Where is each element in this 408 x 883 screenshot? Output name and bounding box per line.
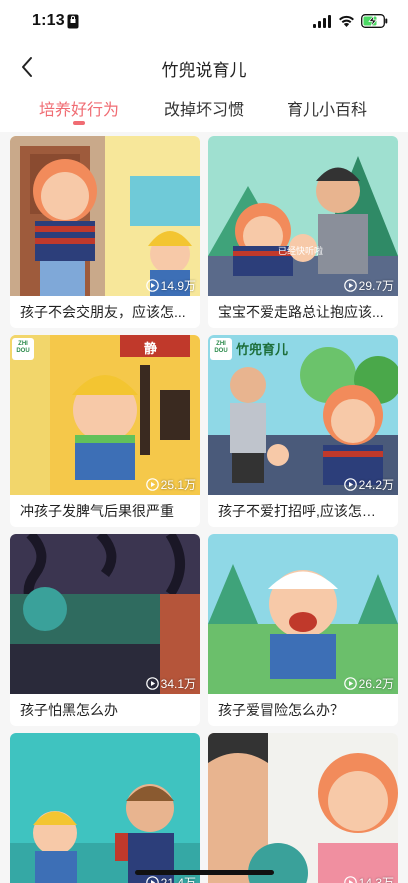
- video-card[interactable]: 26.2万 孩子爱冒险怎么办？: [208, 534, 398, 726]
- play-count: 26.2万: [343, 675, 394, 692]
- video-thumbnail: 21.4万: [10, 733, 200, 883]
- play-icon: [343, 677, 357, 690]
- play-icon: [145, 279, 159, 292]
- video-title: 孩子爱冒险怎么办？: [218, 702, 344, 718]
- play-icon: [343, 876, 357, 883]
- tab-parenting-encyclopedia[interactable]: 育儿小百科: [272, 96, 382, 120]
- play-icon: [343, 279, 357, 292]
- status-time: 1:13: [32, 12, 65, 29]
- video-thumbnail: 14.3万: [208, 733, 398, 883]
- thumbnail-brand-text: 竹兜育儿: [236, 342, 289, 357]
- tab-good-behavior[interactable]: 培养好行为: [24, 96, 134, 120]
- video-thumbnail: 34.1万: [10, 534, 200, 694]
- wifi-icon: [339, 15, 354, 27]
- thumbnail-sign-text: 静: [144, 341, 158, 356]
- play-icon: [145, 876, 159, 883]
- orientation-lock-icon: [67, 14, 79, 29]
- video-title: 孩子怕黑怎么办: [20, 702, 118, 718]
- video-card[interactable]: ZHI DOU 竹兜育儿 24.2万 孩子不爱打招呼,应该怎么办: [208, 335, 398, 527]
- video-title: 孩子不会交朋友，应该怎...: [20, 304, 186, 320]
- play-icon: [145, 677, 159, 690]
- video-thumbnail: 14.9万: [10, 136, 200, 296]
- video-card[interactable]: 34.1万 孩子怕黑怎么办: [10, 534, 200, 726]
- play-count: 14.9万: [145, 277, 196, 294]
- zhidou-logo: ZHI DOU: [12, 338, 34, 360]
- video-card[interactable]: 已经快听啦 29.7万 宝宝不爱走路总让抱应该...: [208, 136, 398, 328]
- cellular-signal-icon: [313, 15, 331, 28]
- play-count-value: 24.2万: [358, 478, 394, 492]
- video-caption: 已经快听啦: [278, 246, 324, 256]
- play-count-value: 14.3万: [358, 876, 394, 883]
- active-tab-indicator: [73, 121, 85, 125]
- video-card[interactable]: 静 ZHI DOU 25.1万 冲孩子发脾气后果很严重: [10, 335, 200, 527]
- play-count-value: 14.9万: [160, 279, 196, 293]
- page-title: 竹兜说育儿: [161, 61, 247, 80]
- video-grid: 14.9万 孩子不会交朋友，应该怎... 已经快听啦 29.7万 宝宝不爱走路总…: [0, 132, 408, 883]
- zhidou-logo: ZHI DOU: [210, 338, 232, 360]
- video-thumbnail: ZHI DOU 竹兜育儿 24.2万: [208, 335, 398, 495]
- nav-bar: 竹兜说育儿: [0, 44, 408, 90]
- status-bar: 1:13: [0, 0, 408, 44]
- video-title: 冲孩子发脾气后果很严重: [20, 503, 174, 519]
- video-thumbnail: 26.2万: [208, 534, 398, 694]
- play-icon: [343, 478, 357, 491]
- video-card[interactable]: 21.4万: [10, 733, 200, 883]
- play-count: 25.1万: [145, 476, 196, 493]
- play-count: 21.4万: [145, 874, 196, 883]
- video-thumbnail: 静 ZHI DOU 25.1万: [10, 335, 200, 495]
- play-count: 24.2万: [343, 476, 394, 493]
- home-indicator[interactable]: [135, 870, 274, 875]
- tab-bad-habits[interactable]: 改掉坏习惯: [149, 96, 259, 120]
- video-card[interactable]: 14.3万: [208, 733, 398, 883]
- play-count-value: 26.2万: [358, 677, 394, 691]
- play-count-value: 25.1万: [160, 478, 196, 492]
- video-thumbnail: 已经快听啦 29.7万: [208, 136, 398, 296]
- play-count: 34.1万: [145, 675, 196, 692]
- category-tabs: 培养好行为 改掉坏习惯 育儿小百科: [0, 90, 408, 130]
- video-title: 孩子不爱打招呼,应该怎么办: [218, 503, 388, 519]
- play-count-value: 34.1万: [160, 677, 196, 691]
- play-count: 29.7万: [343, 277, 394, 294]
- battery-charging-icon: [361, 14, 388, 28]
- play-icon: [145, 478, 159, 491]
- play-count: 14.3万: [343, 874, 394, 883]
- video-title: 宝宝不爱走路总让抱应该...: [218, 304, 384, 320]
- play-count-value: 29.7万: [358, 279, 394, 293]
- video-card[interactable]: 14.9万 孩子不会交朋友，应该怎...: [10, 136, 200, 328]
- play-count-value: 21.4万: [160, 876, 196, 883]
